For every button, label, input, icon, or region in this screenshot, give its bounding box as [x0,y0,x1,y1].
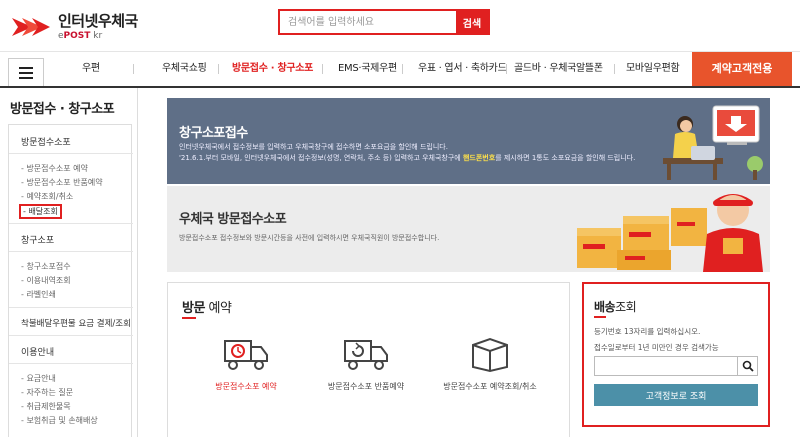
banner1-description: 인터넷우체국에서 접수정보를 입력하고 우체국창구에 접수하면 소포요금을 할인… [179,143,636,162]
sidebar-menu: 방문접수소포 - 방문접수소포 예약 - 방문접수소포 반품예약 - 예약조회/… [8,124,133,437]
search-icon [742,360,754,372]
menu-icon[interactable] [8,58,44,86]
sidebar-item-fee-guide[interactable]: - 요금안내 [21,373,56,384]
sidebar-item-usage-history[interactable]: - 이용내역조회 [21,275,71,286]
global-search: 검색 [278,9,490,35]
tracking-note: 접수일로부터 1년 미만인 경우 검색가능 [594,343,719,352]
sidebar-item-visit-return[interactable]: - 방문접수소포 반품예약 [21,177,103,188]
visit-reservation-panel: 방문 예약 방문접수소포 예약 방문접수소포 반품예약 방문접수소포 예약조회/… [167,282,570,437]
nav-item-mobile-mailbox[interactable]: 모바일우편함 [626,52,680,86]
sidebar-title: 방문접수 · 창구소포 [10,102,115,117]
search-input[interactable] [280,11,456,33]
main-nav: 우편 우체국쇼핑 방문접수 · 창구소포 EMS·국제우편 우표 · 엽서 · … [0,52,800,88]
visit-reserve-option[interactable]: 방문접수소포 예약 [186,335,306,392]
box-icon [472,337,508,373]
tracking-search [594,356,758,376]
search-button[interactable]: 검색 [456,11,488,33]
nav-item-goldbar[interactable]: 골드바 · 우체국알뜰폰 [514,52,603,86]
visit-check-option[interactable]: 방문접수소포 예약조회/취소 [430,335,550,392]
sidebar-group-visit[interactable]: 방문접수소포 [9,135,71,148]
visit-reservation-title: 방문 예약 [182,301,232,316]
sidebar-group-counter[interactable]: 창구소포 [9,233,54,246]
banner1-title: 창구소포접수 [179,126,248,141]
nav-item-visit-parcel[interactable]: 방문접수 · 창구소포 [232,52,313,86]
nav-item-ems[interactable]: EMS·국제우편 [338,52,397,86]
nav-item-mail[interactable]: 우편 [82,52,100,86]
tracking-search-button[interactable] [737,357,757,375]
logo-title: 인터넷우체국 [58,11,138,30]
parcel-courier-illustration [577,194,763,272]
epost-logo-icon [10,14,52,40]
visit-parcel-banner[interactable]: 우체국 방문접수소포 방문접수소포 접수정보와 방문시간등을 사전에 입력하시면… [167,186,770,272]
visit-return-option[interactable]: 방문접수소포 반품예약 [306,335,426,392]
visit-return-label: 방문접수소포 반품예약 [327,382,405,391]
tracking-instruction: 등기번호 13자리를 입력하십시오. [594,327,701,336]
customer-info-lookup-button[interactable]: 고객정보로 조회 [594,384,758,406]
header: 인터넷우체국 ePOST kr 검색 [0,0,800,52]
sidebar-group-cod-payment[interactable]: 착불배달우편물 요금 결제/조회 [9,317,131,329]
epost-logo[interactable]: 인터넷우체국 ePOST kr [10,10,150,44]
visit-reserve-label: 방문접수소포 예약 [215,382,277,391]
sidebar-item-faq[interactable]: - 자주하는 질문 [21,387,73,398]
contract-customer-button[interactable]: 계약고객전용 [692,52,792,86]
counter-parcel-banner[interactable]: 창구소포접수 인터넷우체국에서 접수정보를 입력하고 우체국창구에 접수하면 소… [167,98,770,184]
sidebar-item-restricted-items[interactable]: - 취급제한물목 [21,401,71,412]
sidebar-item-counter-submit[interactable]: - 창구소포접수 [21,261,71,272]
sidebar-group-guide[interactable]: 이용안내 [9,345,54,358]
nav-item-shopping[interactable]: 우체국쇼핑 [162,52,207,86]
tracking-number-input[interactable] [595,357,737,375]
sidebar-item-visit-reserve[interactable]: - 방문접수소포 예약 [21,163,88,174]
left-sidebar: 방문접수 · 창구소포 방문접수소포 - 방문접수소포 예약 - 방문접수소포 … [0,88,138,437]
woman-laptop-illustration [663,105,763,180]
sidebar-item-delivery-check[interactable]: - 배달조회 [19,204,62,219]
tracking-title: 배송조회 [594,300,637,314]
banner2-description: 방문접수소포 접수정보와 방문시간등을 사전에 입력하시면 우체국직원이 방문접… [179,234,440,242]
delivery-truck-icon [224,340,268,370]
visit-check-label: 방문접수소포 예약조회/취소 [443,382,537,391]
banner2-title: 우체국 방문접수소포 [179,212,287,227]
sidebar-item-insurance[interactable]: - 보험취급 및 손해배상 [21,415,98,426]
delivery-tracking-panel: 배송조회 등기번호 13자리를 입력하십시오. 접수일로부터 1년 미만인 경우… [582,282,770,427]
nav-item-stamps[interactable]: 우표 · 엽서 · 축하카드 [418,52,507,86]
logo-subtitle: ePOST kr [58,30,103,41]
sidebar-item-reserve-check[interactable]: - 예약조회/취소 [21,191,73,202]
sidebar-item-label-print[interactable]: - 라벨인쇄 [21,289,56,300]
return-truck-icon [344,340,388,370]
